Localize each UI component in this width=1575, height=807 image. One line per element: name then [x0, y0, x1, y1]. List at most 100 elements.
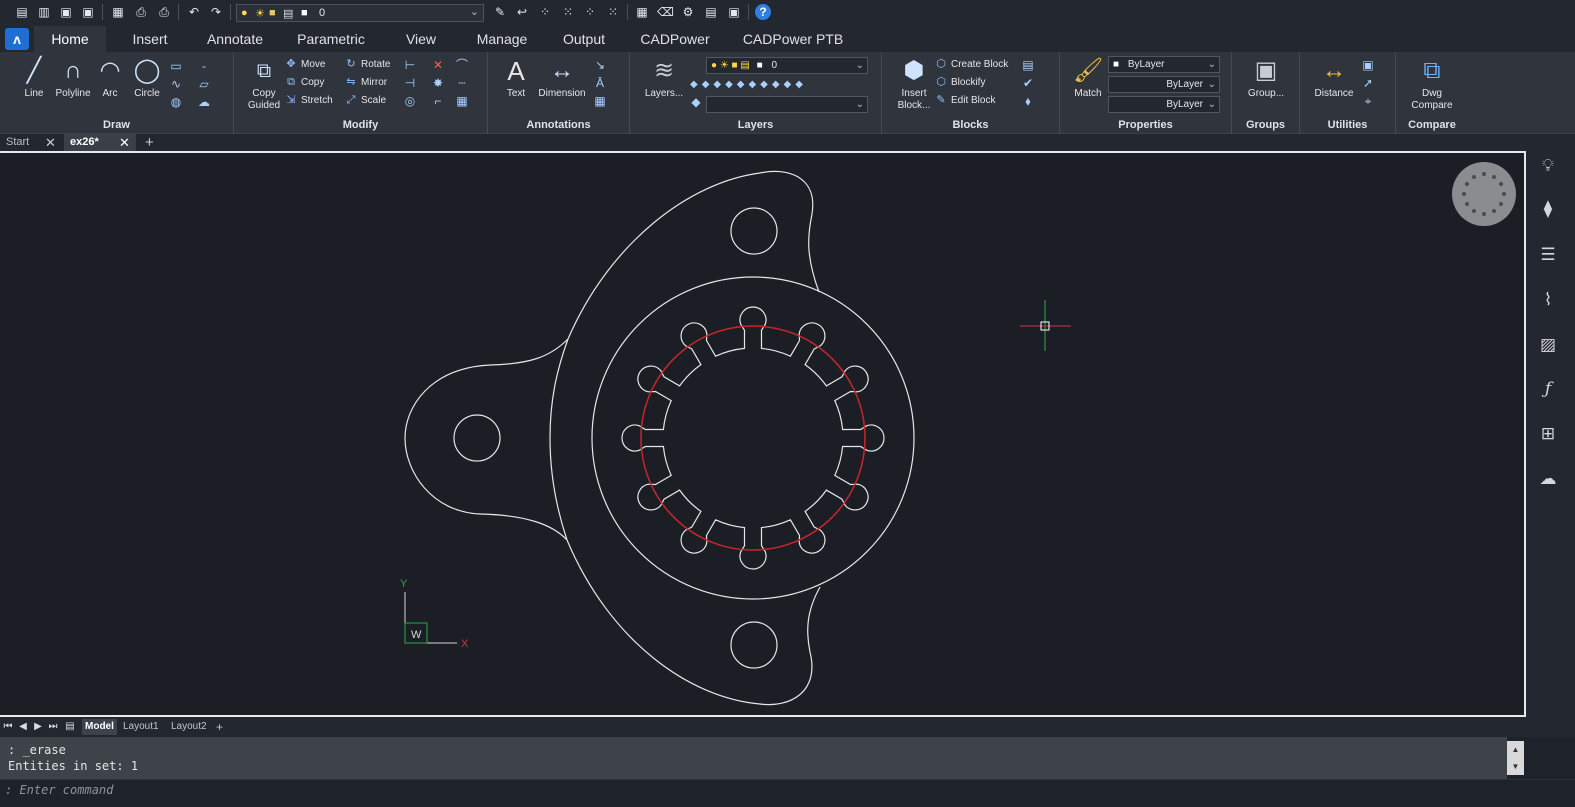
- match-button[interactable]: 🖌 Match: [1070, 56, 1106, 99]
- layer-freeze-icon[interactable]: ⁙: [560, 4, 576, 20]
- settings-icon[interactable]: ⚙: [680, 4, 696, 20]
- new-tab-icon[interactable]: +: [145, 134, 154, 151]
- stretch-button[interactable]: ⇲ Stretch: [284, 92, 332, 109]
- move-button[interactable]: ✥ Move: [284, 56, 325, 73]
- save-as-icon[interactable]: ▣: [80, 4, 96, 20]
- region-icon[interactable]: ▱: [196, 76, 212, 92]
- linetype-dropdown[interactable]: ByLayer ⌄: [1108, 76, 1220, 93]
- insert-block-button[interactable]: ⬢ Insert Block...: [892, 56, 936, 112]
- layout-icon[interactable]: ▤: [703, 4, 719, 20]
- tab-cadpower-ptb[interactable]: CADPower PTB: [738, 26, 848, 52]
- image-icon[interactable]: ▣: [726, 4, 742, 20]
- scale-button[interactable]: ⤢ Scale: [344, 92, 386, 109]
- tab-annotate[interactable]: Annotate: [194, 26, 276, 52]
- group-button[interactable]: ▣ Group...: [1240, 56, 1292, 99]
- block-manage-icon[interactable]: ✔: [1020, 75, 1036, 91]
- print-icon[interactable]: ⎙: [133, 4, 149, 20]
- scroll-up-icon[interactable]: ▲: [1507, 741, 1524, 758]
- construction-line-icon[interactable]: ‐: [196, 58, 212, 74]
- copy-button[interactable]: ⧉ Copy: [284, 74, 324, 91]
- structure-tree-icon[interactable]: ⊞: [1536, 422, 1560, 446]
- mirror-button[interactable]: ⇋ Mirror: [344, 74, 387, 91]
- next-layout-icon[interactable]: ▶: [31, 719, 45, 735]
- undo-icon[interactable]: ↶: [186, 4, 202, 20]
- color-dropdown[interactable]: ■ ByLayer ⌄: [1108, 56, 1220, 73]
- revision-cloud-icon[interactable]: ☁: [196, 94, 212, 110]
- array-icon[interactable]: ▦: [454, 93, 470, 109]
- drawing-canvas[interactable]: Y X W: [0, 151, 1526, 717]
- block-attribute-icon[interactable]: ▤: [1020, 57, 1036, 73]
- layer-isolate-icon[interactable]: ⁘: [537, 4, 553, 20]
- rotate-button[interactable]: ↻ Rotate: [344, 56, 390, 73]
- edit-block-button[interactable]: ✎ Edit Block: [934, 92, 995, 109]
- paperclip-icon[interactable]: ⌇: [1536, 288, 1560, 312]
- fillet-icon[interactable]: ⌒: [454, 57, 470, 73]
- lineweight-dropdown[interactable]: ByLayer ⌄: [1108, 96, 1220, 113]
- id-point-icon[interactable]: ⌖: [1360, 93, 1376, 109]
- command-scrollbar[interactable]: ▲ ▼: [1507, 741, 1524, 775]
- layers-icon[interactable]: ⧫: [1536, 197, 1560, 221]
- chamfer-icon[interactable]: ⌐: [430, 93, 446, 109]
- text-style-icon[interactable]: Ā: [592, 75, 608, 91]
- add-layout-icon[interactable]: +: [213, 719, 226, 735]
- table-icon[interactable]: ▦: [634, 4, 650, 20]
- dwg-compare-button[interactable]: ⧉ Dwg Compare: [1406, 56, 1458, 112]
- help-icon[interactable]: ?: [755, 4, 771, 20]
- multileader-icon[interactable]: ↘: [592, 57, 608, 73]
- hatch-pattern-icon[interactable]: ▨: [1536, 333, 1560, 357]
- scroll-down-icon[interactable]: ▼: [1507, 758, 1524, 775]
- function-icon[interactable]: ƒ: [1536, 377, 1560, 401]
- tab-home[interactable]: Home: [34, 26, 106, 52]
- lightbulb-icon[interactable]: 💡︎: [1536, 154, 1560, 178]
- layer-state-icon[interactable]: ◆: [688, 94, 704, 110]
- arc-button[interactable]: ◠ Arc: [92, 56, 128, 99]
- hatch-icon[interactable]: ◍: [168, 94, 184, 110]
- command-input[interactable]: : Enter command: [5, 783, 113, 797]
- break-icon[interactable]: ┄: [454, 75, 470, 91]
- command-input-bar[interactable]: : Enter command: [0, 779, 1575, 807]
- offset-icon[interactable]: ◎: [402, 93, 418, 109]
- layout-tab-model[interactable]: Model: [82, 719, 117, 735]
- save-icon[interactable]: ▣: [58, 4, 74, 20]
- layer-state-dropdown[interactable]: ⌄: [706, 96, 868, 113]
- eraser-icon[interactable]: ⌫: [657, 4, 674, 20]
- quick-select-icon[interactable]: ▣: [1360, 57, 1376, 73]
- tab-parametric[interactable]: Parametric: [288, 26, 374, 52]
- close-icon[interactable]: ✕: [119, 134, 130, 151]
- layer-previous-icon[interactable]: ↩: [514, 4, 530, 20]
- doc-tab-start[interactable]: Start: [0, 134, 35, 151]
- block-sync-icon[interactable]: ⬧: [1020, 93, 1036, 109]
- trim-icon[interactable]: ⊢: [402, 57, 418, 73]
- publish-icon[interactable]: ▦: [110, 4, 126, 20]
- tab-manage[interactable]: Manage: [470, 26, 534, 52]
- first-layout-icon[interactable]: ⏮: [1, 719, 15, 735]
- polyline-button[interactable]: ∩ Polyline: [52, 56, 94, 99]
- layout-tab-layout1[interactable]: Layout1: [120, 719, 162, 735]
- explode-icon[interactable]: ✸: [430, 75, 446, 91]
- layer-dropdown[interactable]: ● ☀ ■ ▤ ■ 0 ⌄: [236, 4, 484, 22]
- dimension-button[interactable]: ↔ Dimension: [534, 56, 590, 99]
- redo-icon[interactable]: ↷: [208, 4, 224, 20]
- layer-tools-row[interactable]: ◆◆◆◆◆◆◆◆◆◆: [690, 76, 807, 93]
- distance-button[interactable]: ↔ Distance: [1310, 56, 1358, 99]
- layers-button[interactable]: ≋ Layers...: [638, 56, 690, 99]
- new-file-icon[interactable]: ▤: [14, 4, 30, 20]
- layer-lock-icon[interactable]: ⁙: [605, 4, 621, 20]
- tab-view[interactable]: View: [396, 26, 446, 52]
- match-layer-icon[interactable]: ✎: [492, 4, 508, 20]
- open-file-icon[interactable]: ▥: [36, 4, 52, 20]
- layout-list-icon[interactable]: ▤: [63, 719, 77, 735]
- create-block-button[interactable]: ⬡ Create Block: [934, 56, 1008, 73]
- extend-icon[interactable]: ⊣: [402, 75, 418, 91]
- delete-icon[interactable]: ✕: [430, 57, 446, 73]
- app-logo-icon[interactable]: ʌ: [5, 28, 29, 50]
- print-preview-icon[interactable]: ⎙: [156, 4, 172, 20]
- blockify-button[interactable]: ⬡ Blockify: [934, 74, 985, 91]
- tab-insert[interactable]: Insert: [118, 26, 182, 52]
- table-insert-icon[interactable]: ▦: [592, 93, 608, 109]
- tab-output[interactable]: Output: [556, 26, 612, 52]
- cloud-upload-icon[interactable]: ☁: [1536, 467, 1560, 491]
- close-icon[interactable]: ✕: [45, 134, 56, 151]
- layer-off-icon[interactable]: ⁘: [582, 4, 598, 20]
- circle-button[interactable]: ◯ Circle: [128, 56, 166, 99]
